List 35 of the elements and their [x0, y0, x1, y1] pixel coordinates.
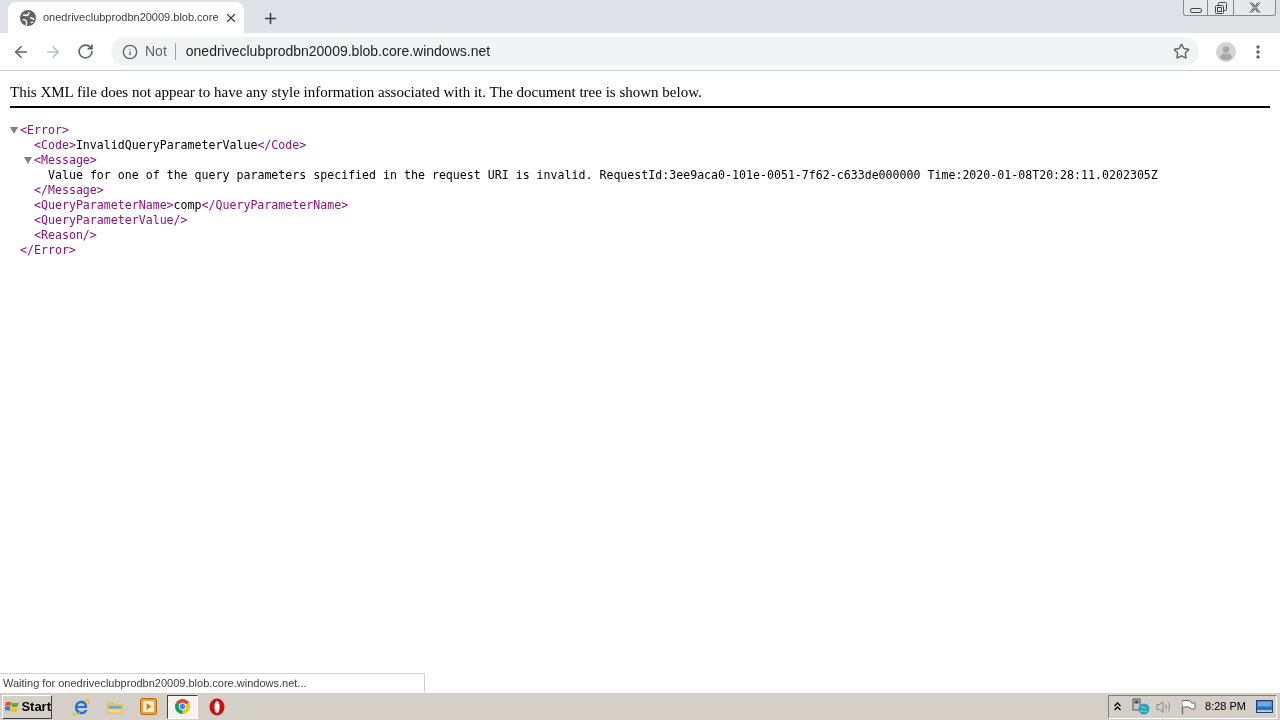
bookmark-button[interactable]	[1171, 41, 1191, 62]
star-icon	[1172, 43, 1190, 60]
speaker-icon[interactable]	[1156, 699, 1173, 714]
clock-time[interactable]: 8:28 PM	[1205, 698, 1246, 715]
close-icon	[1248, 2, 1261, 13]
flag-icon[interactable]	[1181, 698, 1197, 715]
tree-toggle-triangle-icon[interactable]	[24, 157, 32, 164]
reload-icon	[76, 43, 94, 60]
tree-toggle-triangle-icon[interactable]	[10, 127, 18, 134]
letter-o-icon	[208, 697, 225, 716]
network-globe-icon[interactable]	[1132, 698, 1151, 715]
tab-title: onedriveclubprodbn20009.blob.core	[43, 10, 219, 26]
show-desktop-icon[interactable]	[1256, 700, 1273, 713]
menu-icon	[1256, 44, 1260, 59]
xml-text-content: Value for one of the query parameters specified in the request URI is invalid. RequestId:3ee9aca0-101e-0051-7f62-c633de000000 Time:2020-01-08T20:28:11.0202305Z	[48, 167, 1158, 184]
globe-icon	[20, 9, 36, 26]
xml-text-value: comp	[173, 196, 202, 214]
xml-text-value: InvalidQueryParameterValue	[75, 136, 258, 154]
info-icon	[122, 43, 138, 60]
xml-style-notice: This XML file does not appear to have any style information associated with it. The document tree is shown below.	[10, 83, 703, 101]
start-button[interactable]: Start	[2, 694, 52, 719]
chevron-up-icon[interactable]	[1114, 702, 1122, 711]
play-button-icon	[140, 698, 157, 715]
security-label[interactable]: Not	[145, 41, 167, 62]
minimize-icon	[1189, 8, 1202, 13]
address-bar[interactable]: Not onedriveclubprodbn20009.blob.core.windows.net	[111, 37, 1199, 66]
xml-close-tag: </Code>	[257, 136, 307, 155]
taskbar-app-button[interactable]	[167, 694, 198, 719]
browser-tab[interactable]: onedriveclubprodbn20009.blob.core	[8, 2, 244, 33]
segmented-ring-icon	[174, 698, 191, 715]
xml-close-tag: </QueryParameterName>	[201, 196, 349, 215]
status-text: Waiting for onedriveclubprodbn20009.blob.core.windows.net...	[3, 675, 307, 691]
url-text: onedriveclubprodbn20009.blob.core.windows.net	[185, 42, 491, 61]
letter-e-icon	[71, 697, 90, 716]
avatar-silhouette-icon	[1216, 41, 1236, 62]
